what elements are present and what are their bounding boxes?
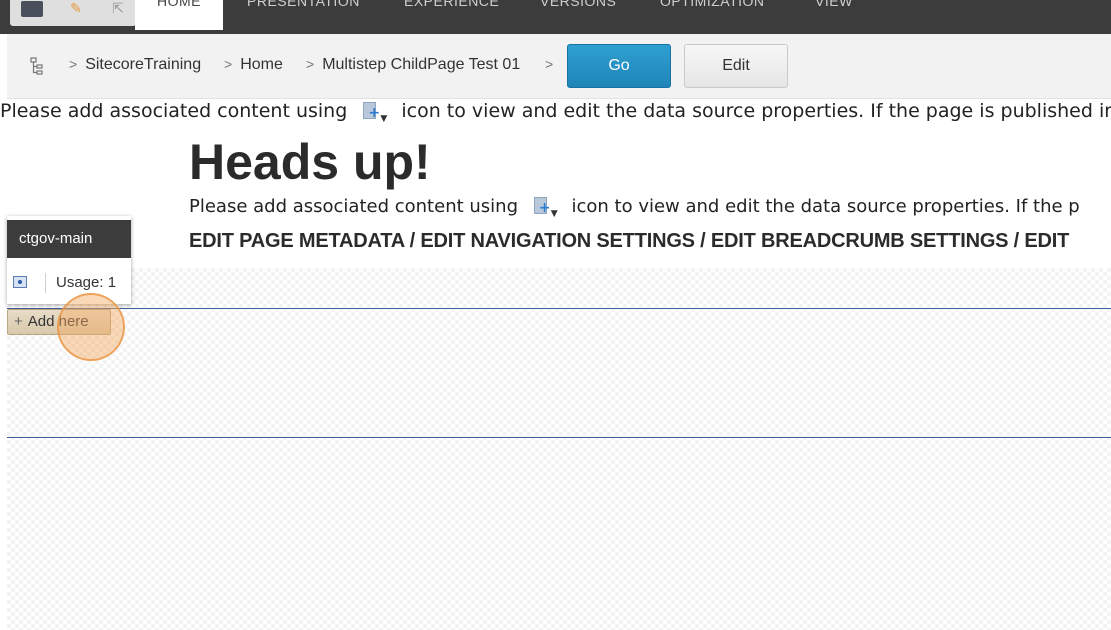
content-info-text[interactable]: Please add associated content using + ▼ i…: [189, 196, 1080, 219]
add-here-button[interactable]: + Add here: [7, 309, 111, 335]
tab-versions[interactable]: VERSIONS: [540, 0, 616, 26]
ribbon-quick-buttons: ✎ ⇱: [10, 0, 136, 26]
tab-view[interactable]: VIEW: [815, 0, 853, 26]
edit-settings-links[interactable]: EDIT PAGE METADATA / EDIT NAVIGATION SET…: [189, 230, 1069, 253]
add-content-icon: + ▼: [361, 102, 389, 124]
placeholder-usage: Usage: 1: [56, 274, 117, 291]
toolbar-divider: [45, 273, 46, 293]
plus-icon: +: [14, 313, 23, 330]
tab-presentation[interactable]: PRESENTATION: [247, 0, 360, 26]
chevron-right-icon: >: [224, 56, 233, 72]
navigate-icon[interactable]: ⇱: [100, 0, 136, 18]
placeholder-toolbar: Usage: 1: [7, 268, 131, 298]
ribbon-bar: ✎ ⇱ HOME PRESENTATION EXPERIENCE VERSION…: [0, 0, 1111, 34]
sitecore-menu-icon[interactable]: [14, 0, 50, 18]
breadcrumb-item-multistep-childpage[interactable]: > Multistep ChildPage Test 01: [306, 56, 520, 74]
breadcrumb: > SitecoreTraining > Home > Multistep Child…: [7, 34, 1111, 99]
content-tree-icon[interactable]: [30, 57, 44, 75]
chevron-right-icon: >: [545, 56, 554, 72]
add-content-icon: + ▼: [532, 197, 560, 219]
tab-home[interactable]: HOME: [135, 0, 223, 30]
chevron-right-icon: >: [306, 56, 315, 72]
breadcrumb-expand[interactable]: >: [545, 56, 561, 74]
placeholder-chrome: ctgov-main Usage: 1: [7, 216, 131, 304]
page-title[interactable]: Heads up!: [189, 132, 431, 192]
placeholder-settings-icon[interactable]: [13, 276, 27, 288]
tab-optimization[interactable]: OPTIMIZATION: [660, 0, 765, 26]
wrench-icon[interactable]: ✎: [58, 0, 94, 18]
tab-experience[interactable]: EXPERIENCE: [404, 0, 499, 26]
placeholder-name[interactable]: ctgov-main: [7, 220, 131, 258]
placeholder-bottom-border: [7, 437, 1111, 438]
placeholder-top-border: [7, 308, 1111, 309]
edit-button[interactable]: Edit: [684, 44, 788, 88]
breadcrumb-item-sitecoretraining[interactable]: > SitecoreTraining: [69, 56, 201, 74]
page-canvas: [7, 268, 1111, 630]
go-button[interactable]: Go: [567, 44, 671, 88]
datasource-info-text: Please add associated content using + ▼ i…: [0, 100, 1111, 124]
breadcrumb-item-home[interactable]: > Home: [224, 56, 283, 74]
chevron-right-icon: >: [69, 56, 78, 72]
